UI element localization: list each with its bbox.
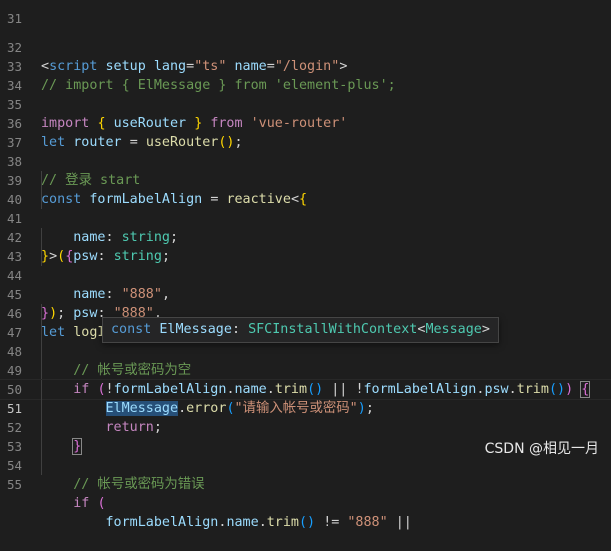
indent-guide	[41, 380, 42, 399]
code-line[interactable]: 32 <script setup lang="ts" name="/login"…	[0, 19, 611, 74]
code-line[interactable]: 43 name: "888",	[0, 228, 611, 302]
code-line[interactable]: 50 return;	[0, 361, 611, 435]
hover-tooltip: const ElMessage: SFCInstallWithContext<M…	[102, 317, 499, 343]
hover-colon: :	[231, 322, 240, 337]
code-line[interactable]: 33 // import { ElMessage } from 'element…	[0, 38, 611, 93]
hover-gt: >	[481, 322, 490, 337]
indent-guide	[41, 418, 42, 437]
indent-guide	[41, 171, 42, 190]
code-line[interactable]: 36 let router = useRouter();	[0, 95, 611, 150]
indent-guide	[41, 190, 42, 209]
code-line[interactable]: 40 name: string;	[0, 171, 611, 245]
indent-guide	[41, 437, 42, 456]
indent-guide	[41, 456, 42, 475]
hover-symbol-name: ElMessage	[159, 322, 232, 337]
code-text: formLabelAlign.name.trim() != "888" ||	[105, 515, 412, 530]
code-line[interactable]: 38 // 登录 start	[0, 133, 611, 188]
hover-generic: Message	[425, 322, 482, 337]
code-line-current[interactable]: 51 }	[0, 379, 611, 455]
line-number: 55	[6, 477, 22, 492]
indent-guide	[41, 342, 42, 361]
hover-type: SFCInstallWithContext	[248, 322, 418, 337]
indent-guide	[41, 247, 42, 266]
code-line[interactable]: 34	[0, 57, 611, 93]
code-line[interactable]: 37	[0, 114, 611, 150]
code-line[interactable]: 44 psw: "888",	[0, 247, 611, 321]
code-line[interactable]: 42 }>({	[0, 209, 611, 264]
indent-guide	[41, 228, 42, 247]
code-line[interactable]: 45 });	[0, 266, 611, 321]
indent-guide	[41, 399, 42, 418]
code-line[interactable]: 39 const formLabelAlign = reactive<{	[0, 152, 611, 207]
code-line[interactable]: 41 psw: string;	[0, 190, 611, 264]
code-line[interactable]: 46 let logIn = () => {	[0, 285, 611, 340]
hover-keyword: const	[111, 322, 152, 337]
code-line[interactable]: 53 // 帐号或密码为错误	[0, 418, 611, 492]
code-text: // 帐号或密码为错误	[41, 477, 205, 492]
watermark: CSDN @相见一月	[484, 441, 599, 457]
code-line[interactable]: 31	[0, 0, 611, 26]
code-line[interactable]: 35 import { useRouter } from 'vue-router…	[0, 76, 611, 131]
indent-guide	[41, 323, 42, 342]
indent-guide	[41, 361, 42, 380]
indent-guide	[41, 304, 42, 323]
code-line[interactable]: 55 formLabelAlign.name.trim() != "888" |…	[0, 456, 611, 530]
code-text: if (	[73, 496, 106, 511]
code-line[interactable]: 52	[0, 399, 611, 435]
code-line[interactable]: 49 ElMessage.error("请输入帐号或密码");	[0, 342, 611, 416]
code-editor[interactable]: 31 32 <script setup lang="ts" name="/log…	[0, 0, 611, 530]
